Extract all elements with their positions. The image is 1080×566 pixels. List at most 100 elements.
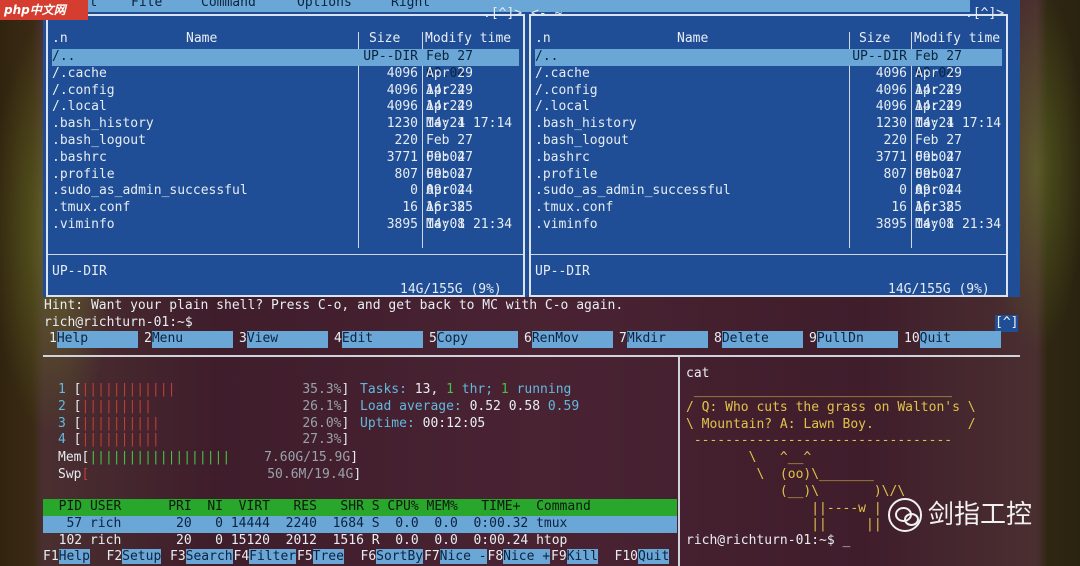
fkey-edit[interactable]: 4Edit xyxy=(334,331,423,349)
cowsay-line: _________________________________ xyxy=(686,383,953,398)
file-name: .tmux.conf xyxy=(52,200,131,216)
htop-fkey-sortby[interactable]: F6SortBy xyxy=(361,549,424,566)
file-name: .bash_logout xyxy=(52,133,146,148)
process-row[interactable]: 102 rich 20 0 15120 2012 1516 R 0.0 0.0 … xyxy=(43,533,568,550)
file-row[interactable]: .bash_history 1230 May 1 17:14 xyxy=(535,116,1002,133)
cowsay-shell-prompt[interactable]: rich@richturn-01:~$ _ xyxy=(686,533,850,550)
col-sort-indicator[interactable]: .n xyxy=(52,31,68,48)
file-size: 807 xyxy=(883,166,907,182)
right-panel-path[interactable]: <- ~ xyxy=(531,6,562,23)
fkey-number: 10 xyxy=(904,331,920,346)
load-average-line: Load average: 0.52 0.58 0.59 xyxy=(360,399,580,414)
file-row[interactable]: .tmux.conf 16 Apr 25 14:08 xyxy=(535,200,1002,232)
file-size: 4096 xyxy=(875,82,907,98)
file-size: 4096 xyxy=(875,99,907,115)
file-row[interactable]: /.cache 4096 Apr 29 14:24 xyxy=(535,65,1002,98)
fkey-label: Delete xyxy=(721,331,803,348)
file-name: .bash_history xyxy=(52,116,154,132)
menu-file[interactable]: File xyxy=(131,0,162,12)
file-row[interactable]: .bashrc 3771 Feb 27 09:04 xyxy=(535,149,1002,182)
file-row[interactable]: .bashrc 3771 Feb 27 09:04 xyxy=(52,149,519,182)
tmux-vertical-divider xyxy=(678,356,680,566)
htop-fkey-quit[interactable]: F10Quit xyxy=(615,549,670,566)
file-name: .viminfo xyxy=(52,217,115,232)
file-name: /.. xyxy=(52,49,76,64)
htop-fkey-tree[interactable]: F5Tree xyxy=(297,549,344,566)
col-sort-indicator[interactable]: .n xyxy=(535,31,551,48)
file-name: /.local xyxy=(52,99,107,115)
file-row[interactable]: /.config 4096 Apr 29 14:24 xyxy=(52,83,519,115)
file-row[interactable]: .bash_history 1230 May 1 17:14 xyxy=(52,116,519,133)
htop-fkey-help[interactable]: F1Help xyxy=(43,549,90,566)
file-row[interactable]: /.config 4096 Apr 29 14:24 xyxy=(535,82,1002,115)
file-size: 4096 xyxy=(386,99,418,115)
htop-fkey-nice[interactable]: F7Nice - xyxy=(424,549,487,566)
col-mtime-header[interactable]: Modify time xyxy=(914,31,1000,48)
file-name: .profile xyxy=(52,166,115,182)
cpu-meter: 1 [|||||||||||| 35.3%] xyxy=(58,382,350,397)
file-name: .bashrc xyxy=(52,149,107,165)
file-row[interactable]: .profile 807 Feb 27 09:04 xyxy=(535,166,1002,199)
col-name-header[interactable]: Name xyxy=(186,31,217,48)
file-row[interactable]: /.local 4096 Apr 29 14:24 xyxy=(52,99,519,131)
col-mtime-header[interactable]: Modify time xyxy=(425,31,511,48)
file-row[interactable]: .viminfo 3895 May 1 21:34 xyxy=(535,217,1002,234)
fkey-mkdir[interactable]: 7Mkdir xyxy=(619,331,708,349)
fkey-copy[interactable]: 5Copy xyxy=(429,331,518,349)
file-mtime: May 1 21:34 xyxy=(915,217,1002,232)
file-row[interactable]: .sudo_as_admin_successful 0 Apr 24 16:38 xyxy=(52,183,519,215)
menu-right[interactable]: Right xyxy=(391,0,430,12)
menu-options[interactable]: Options xyxy=(297,0,352,12)
fkey-help[interactable]: 1Help xyxy=(49,331,138,349)
cpu-meter: 4 [|||||||||| 27.3%] xyxy=(58,432,350,448)
fkey-label: View xyxy=(246,331,328,348)
htop-fkey-setup[interactable]: F2Setup xyxy=(107,549,162,566)
htop-fkey-nice[interactable]: F8Nice + xyxy=(488,549,551,566)
cpu-meter: 2 [||||||||| 26.1%] xyxy=(58,398,350,414)
file-name: .bashrc xyxy=(535,149,590,165)
fkey-quit[interactable]: 10Quit xyxy=(904,331,1001,349)
left-panel[interactable]: .[^]> .n Name Size Modify time /.. UP--DI… xyxy=(46,6,525,297)
file-row[interactable]: .tmux.conf 16 Apr 25 14:08 xyxy=(52,200,519,232)
cowsay-line: \ Mountain? A: Lawn Boy. / xyxy=(686,416,976,432)
wechat-icon xyxy=(888,498,922,532)
file-row-selected[interactable]: /.. UP--DIR Feb 27 09:04 xyxy=(52,49,519,81)
file-row[interactable]: .bash_logout 220 Feb 27 09:04 xyxy=(52,133,519,165)
fkey-renmov[interactable]: 6RenMov xyxy=(524,331,613,349)
process-table-header[interactable]: PID USER PRI NI VIRT RES SHR S CPU% MEM%… xyxy=(43,499,677,516)
htop-fkey-kill[interactable]: F9Kill xyxy=(551,549,598,566)
file-name: .bash_logout xyxy=(535,133,629,148)
file-row[interactable]: .bash_logout 220 Feb 27 09:04 xyxy=(535,133,1002,165)
file-row-selected[interactable]: /.. UP--DIR Feb 27 09:04 xyxy=(535,49,1002,81)
file-row[interactable]: .viminfo 3895 May 1 21:34 xyxy=(52,217,519,234)
htop-fkey-filter[interactable]: F4Filter xyxy=(234,549,297,566)
col-size-header[interactable]: Size xyxy=(859,31,890,48)
file-row[interactable]: .profile 807 Feb 27 09:04 xyxy=(52,166,519,199)
fkey-pulldn[interactable]: 9PullDn xyxy=(809,331,898,349)
fkey-view[interactable]: 3View xyxy=(239,331,328,349)
menu-command[interactable]: Command xyxy=(201,0,256,12)
file-name: .tmux.conf xyxy=(535,200,614,216)
file-name: /.cache xyxy=(535,65,590,81)
file-name: /.. xyxy=(535,49,559,64)
shell-prompt[interactable]: rich@richturn-01:~$ xyxy=(44,315,193,332)
file-row[interactable]: /.local 4096 Apr 29 14:24 xyxy=(535,99,1002,131)
col-size-header[interactable]: Size xyxy=(369,31,400,48)
fkey-menu[interactable]: 2Menu xyxy=(144,331,233,349)
fkey-delete[interactable]: 8Delete xyxy=(714,331,803,349)
right-panel[interactable]: <- ~ .[^]> .n Name Size Modify time /.. U… xyxy=(529,6,1008,297)
cowsay-line: || || xyxy=(686,517,882,533)
htop-fkey-search[interactable]: F3Search xyxy=(170,549,233,566)
file-row[interactable]: .sudo_as_admin_successful 0 Apr 24 16:38 xyxy=(535,183,1002,215)
fkey-label: Help xyxy=(56,331,138,348)
file-row[interactable]: /.cache 4096 Apr 29 14:24 xyxy=(52,66,519,98)
fkey-number: 9 xyxy=(809,331,817,346)
right-panel-path-tail[interactable]: .[^]> xyxy=(965,6,1004,23)
process-row-selected[interactable]: 57 rich 20 0 14444 2240 1684 S 0.0 0.0 0… xyxy=(43,516,677,533)
cowsay-line: (__)\ )\/\ xyxy=(686,483,906,499)
col-name-header[interactable]: Name xyxy=(677,31,708,48)
file-size: 220 xyxy=(394,133,418,148)
left-panel-path[interactable]: .[^]> xyxy=(483,6,522,23)
mem-meter: Mem[|||||||||||||||||| 7.60G/15.9G] xyxy=(58,450,359,465)
prompt-scroll-indicator[interactable]: [^] xyxy=(995,315,1019,332)
